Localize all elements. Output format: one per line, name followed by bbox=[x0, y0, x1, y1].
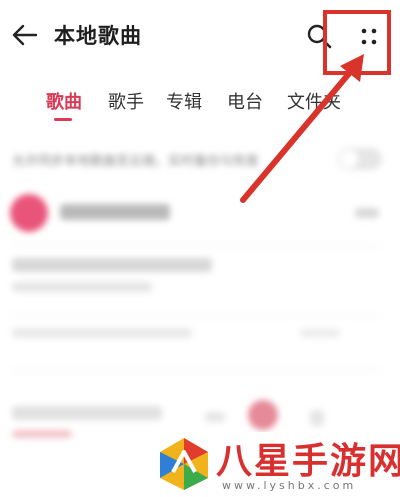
song-more-icon[interactable] bbox=[310, 410, 324, 426]
arrow-left-icon bbox=[12, 24, 38, 46]
divider bbox=[10, 245, 380, 246]
song-tag-bar bbox=[12, 430, 72, 438]
song-action-icon[interactable] bbox=[205, 412, 225, 422]
watermark-name: 八星手游网 bbox=[216, 441, 400, 482]
watermark-logo-icon bbox=[160, 438, 208, 490]
search-icon bbox=[307, 24, 332, 49]
song-artist-bar bbox=[12, 282, 152, 292]
tab-bar: 歌曲 歌手 专辑 电台 文件夹 bbox=[0, 82, 400, 122]
watermark: 八星手游网 www.lyshbx.com bbox=[150, 432, 400, 497]
more-options-button[interactable] bbox=[352, 20, 386, 54]
tab-folders[interactable]: 文件夹 bbox=[287, 88, 341, 114]
tab-artists[interactable]: 歌手 bbox=[108, 88, 144, 114]
divider bbox=[10, 370, 380, 371]
tab-albums[interactable]: 专辑 bbox=[166, 88, 202, 114]
back-button[interactable] bbox=[10, 20, 40, 50]
play-all-icon[interactable] bbox=[10, 194, 48, 232]
active-tab-indicator bbox=[54, 118, 72, 121]
divider bbox=[10, 315, 380, 316]
song-avatar bbox=[248, 400, 278, 430]
tab-radio[interactable]: 电台 bbox=[227, 88, 263, 114]
sync-toggle[interactable] bbox=[338, 148, 382, 170]
top-bar: 本地歌曲 bbox=[0, 0, 400, 74]
watermark-url: www.lyshbx.com bbox=[222, 479, 357, 492]
song-title-bar bbox=[12, 406, 162, 420]
play-all-label bbox=[60, 204, 170, 220]
page-title: 本地歌曲 bbox=[54, 24, 142, 48]
song-meta-bar bbox=[300, 328, 340, 338]
sort-icon[interactable] bbox=[355, 208, 379, 218]
sync-description: 允许同步本地歌曲至云端，实时备份与恢复 bbox=[12, 154, 260, 169]
tab-songs[interactable]: 歌曲 bbox=[46, 88, 82, 114]
more-dots-icon bbox=[361, 28, 377, 45]
song-title-bar bbox=[12, 258, 212, 272]
search-button[interactable] bbox=[305, 22, 335, 52]
song-title-bar bbox=[12, 328, 192, 338]
